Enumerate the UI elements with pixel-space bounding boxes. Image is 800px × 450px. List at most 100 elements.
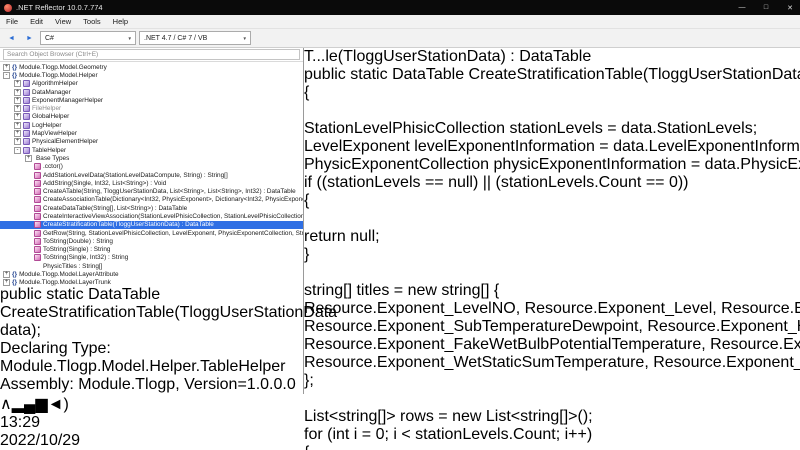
- code-line: };: [304, 372, 800, 390]
- cls-icon: [23, 89, 30, 96]
- expand-icon[interactable]: +: [14, 89, 21, 96]
- window-title: .NET Reflector 10.0.7.774: [16, 3, 103, 12]
- language-select[interactable]: C# ▼: [40, 31, 136, 45]
- expand-icon[interactable]: +: [3, 271, 10, 278]
- menu-tools[interactable]: Tools: [77, 17, 107, 26]
- menu-file[interactable]: File: [0, 17, 24, 26]
- expand-icon[interactable]: +: [14, 105, 21, 112]
- tree-item[interactable]: ToString(Single) : String: [0, 246, 303, 254]
- maximize-button[interactable]: □: [756, 0, 776, 15]
- code-line: LevelExponent levelExponentInformation =…: [304, 138, 800, 156]
- back-button[interactable]: ◄: [4, 31, 19, 45]
- tree-item[interactable]: +ExponentManagerHelper: [0, 96, 303, 104]
- code-lines[interactable]: public static DataTable CreateStratifica…: [304, 66, 800, 450]
- collapse-icon[interactable]: -: [3, 72, 10, 79]
- tray-expand-icon[interactable]: ∧: [0, 396, 12, 413]
- tree-item[interactable]: -{}Module.Tlogp.Model.Helper: [0, 71, 303, 79]
- close-button[interactable]: ✕: [780, 0, 800, 15]
- tree-item[interactable]: .cctor(): [0, 163, 303, 171]
- tree-item[interactable]: +{}Module.Tlogp.Model.LayerTrunk: [0, 279, 303, 286]
- minimize-button[interactable]: —: [732, 0, 752, 15]
- cls-icon: [23, 147, 30, 154]
- member-signature: public static DataTable CreateStratifica…: [0, 286, 303, 340]
- tree-item[interactable]: +AlgorithmHelper: [0, 80, 303, 88]
- tree-item[interactable]: - TableHelper: [0, 146, 303, 154]
- tree-item-label: CreateATable(String, TloggUserStationDat…: [43, 188, 296, 195]
- tree-item[interactable]: AddStationLevelData(StationLevelDataComp…: [0, 171, 303, 179]
- declaring-type-value: Module.Tlogp.Model.Helper.TableHelper: [0, 358, 286, 375]
- tree-item[interactable]: CreateATable(String, TloggUserStationDat…: [0, 187, 303, 195]
- method-icon: [34, 254, 41, 261]
- tab-decompiled-method[interactable]: T...le(TloggUserStationData) : DataTable: [304, 48, 800, 66]
- expand-icon[interactable]: +: [3, 279, 10, 286]
- tree-item-label: CreateAssociationTable(Dictionary<Int32,…: [43, 196, 303, 203]
- collapse-icon[interactable]: -: [14, 147, 21, 154]
- expand-icon[interactable]: +: [14, 97, 21, 104]
- expand-icon[interactable]: +: [25, 155, 32, 162]
- search-input[interactable]: Search Object Browser (Ctrl+E): [3, 49, 300, 60]
- forward-button[interactable]: ►: [22, 31, 37, 45]
- main-area: Search Object Browser (Ctrl+E) +{}Module…: [0, 48, 800, 394]
- tree-item-label: Module.Tlogp.Model.Helper: [19, 72, 98, 79]
- desktop: .NET Reflector 10.0.7.774 — □ ✕ FileEdit…: [0, 0, 800, 450]
- taskbar: ∧▂▄▆◄) 13:29 2022/10/29: [0, 394, 800, 450]
- tree-item[interactable]: CreateInteractiveViewAssociation(Station…: [0, 212, 303, 220]
- expand-icon[interactable]: +: [3, 64, 10, 71]
- tree-item-label: TableHelper: [32, 147, 66, 154]
- expand-icon[interactable]: +: [14, 130, 21, 137]
- tree-item[interactable]: PhysicTitles : String[]: [0, 262, 303, 270]
- expand-icon[interactable]: +: [14, 138, 21, 145]
- tree-item[interactable]: + FileHelper: [0, 104, 303, 112]
- tree-item[interactable]: +{}Module.Tlogp.Model.LayerAttribute: [0, 270, 303, 278]
- search-box: Search Object Browser (Ctrl+E): [0, 48, 303, 62]
- method-icon: [34, 188, 41, 195]
- code-line: [304, 264, 800, 282]
- network-icon[interactable]: ▂▄▆: [12, 396, 48, 413]
- tree-item[interactable]: AddString(Single, Int32, List<String>) :…: [0, 179, 303, 187]
- tree-item-label: GlobalHelper: [32, 113, 69, 120]
- ns-icon: {}: [12, 279, 17, 286]
- volume-icon[interactable]: ◄): [48, 396, 69, 413]
- framework-select[interactable]: .NET 4.7 / C# 7 / VB ▼: [139, 31, 251, 45]
- tree-item[interactable]: +MapViewHelper: [0, 129, 303, 137]
- code-line: {: [304, 84, 800, 102]
- menu-help[interactable]: Help: [107, 17, 134, 26]
- code-line: Resource.Exponent_FakeWetBulbPotentialTe…: [304, 336, 800, 372]
- tree-item[interactable]: CreateAssociationTable(Dictionary<Int32,…: [0, 196, 303, 204]
- tree-item[interactable]: + DataManager: [0, 88, 303, 96]
- tree-item-label: .cctor(): [43, 163, 63, 170]
- expand-icon[interactable]: +: [14, 122, 21, 129]
- tree-item-label: PhysicalElementHelper: [32, 138, 98, 145]
- menu-view[interactable]: View: [49, 17, 77, 26]
- method-icon: [34, 246, 41, 253]
- tree-item[interactable]: CreateStratificationTable(TloggUserStati…: [0, 221, 303, 229]
- method-icon: [34, 221, 41, 228]
- chevron-down-icon: ▼: [243, 36, 247, 41]
- ns-icon: {}: [12, 271, 17, 278]
- tree-item[interactable]: ToString(Single, Int32) : String: [0, 254, 303, 262]
- assembly-label: Assembly:: [0, 376, 74, 393]
- menu-bar: FileEditViewToolsHelp: [0, 15, 800, 29]
- method-icon: [34, 213, 41, 220]
- tree-item[interactable]: +Base Types: [0, 154, 303, 162]
- tree-item[interactable]: CreateDataTable(String[], List<String>) …: [0, 204, 303, 212]
- tree-item[interactable]: +LogHelper: [0, 121, 303, 129]
- tab-bar: T...le(TloggUserStationData) : DataTable: [304, 48, 800, 66]
- tree-item-label: Module.Tlogp.Model.LayerAttribute: [19, 271, 118, 278]
- tree-item[interactable]: + GlobalHelper: [0, 113, 303, 121]
- tree-item[interactable]: GetRow(String, StationLevelPhisicCollect…: [0, 229, 303, 237]
- menu-edit[interactable]: Edit: [24, 17, 49, 26]
- tab-title: T...le(TloggUserStationData) : DataTable: [304, 48, 591, 65]
- tree-item[interactable]: +{}Module.Tlogp.Model.Geometry: [0, 63, 303, 71]
- cls-icon: [23, 138, 30, 145]
- taskbar-clock[interactable]: 13:29 2022/10/29: [0, 414, 800, 450]
- ns-icon: {}: [12, 72, 17, 79]
- expand-icon[interactable]: +: [14, 113, 21, 120]
- clock-date: 2022/10/29: [0, 432, 800, 450]
- tree-item[interactable]: ToString(Double) : String: [0, 237, 303, 245]
- tree-item[interactable]: + PhysicalElementHelper: [0, 138, 303, 146]
- tree-item-label: FileHelper: [32, 105, 61, 112]
- tree-item-label: DataManager: [32, 89, 71, 96]
- system-tray: ∧▂▄▆◄) 13:29 2022/10/29: [0, 394, 800, 450]
- expand-icon[interactable]: +: [14, 80, 21, 87]
